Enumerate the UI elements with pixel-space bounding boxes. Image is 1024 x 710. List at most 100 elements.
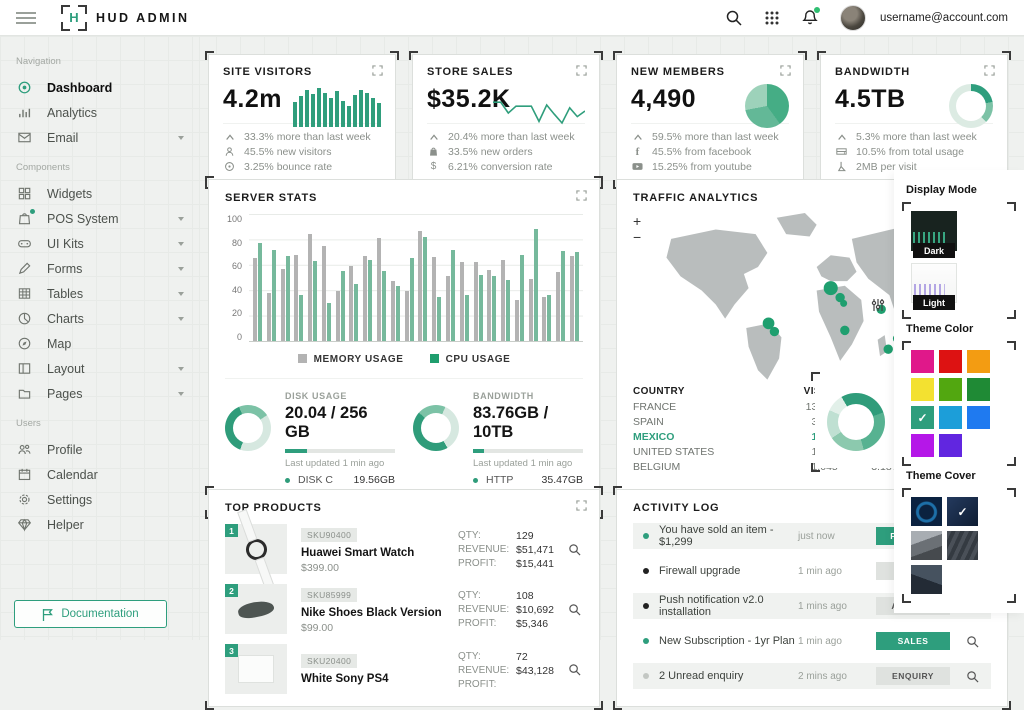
map-traffic-dot (824, 281, 838, 295)
sidebar-item-email[interactable]: Email (0, 125, 199, 150)
theme-color-swatch[interactable] (967, 406, 990, 429)
theme-color-swatch[interactable] (939, 434, 962, 457)
expand-icon[interactable] (576, 500, 587, 511)
theme-color-swatch[interactable] (939, 406, 962, 429)
rank-badge: 3 (225, 644, 238, 657)
hamburger-menu-icon[interactable] (16, 12, 36, 24)
bar-group (267, 214, 276, 341)
sidebar-item-widgets[interactable]: Widgets (0, 181, 199, 206)
stat-card-bandwidth: BANDWIDTH 4.5TB 5.3% more than last week… (820, 54, 1008, 186)
expand-icon[interactable] (984, 65, 995, 76)
http-dot (473, 478, 478, 483)
map-zoom-in-button[interactable]: + (633, 216, 641, 226)
legend-label: MEMORY USAGE (314, 354, 404, 365)
search-icon[interactable] (568, 543, 581, 556)
bar (354, 284, 358, 341)
expand-icon[interactable] (780, 65, 791, 76)
theme-color-swatch[interactable] (967, 350, 990, 373)
expand-icon[interactable] (576, 65, 587, 76)
search-icon[interactable] (726, 10, 742, 26)
theme-color-swatch[interactable] (939, 350, 962, 373)
sidebar-item-forms[interactable]: Forms (0, 256, 199, 281)
theme-color-swatch[interactable] (911, 350, 934, 373)
column-header[interactable]: COUNTRY (633, 384, 777, 399)
map-zoom-out-button[interactable]: − (633, 232, 641, 242)
sidebar-item-pages[interactable]: Pages (0, 381, 199, 406)
bar-group (432, 214, 441, 341)
sidebar-item-helper[interactable]: Helper (0, 512, 199, 537)
sidebar: Navigation Dashboard Analytics Email Com… (0, 36, 200, 640)
bar (382, 271, 386, 341)
theme-cover-thumb[interactable]: ✓ (947, 497, 978, 526)
bar-chart-icon (16, 104, 33, 121)
theme-color-swatch[interactable] (967, 378, 990, 401)
username[interactable]: username@account.com (880, 12, 1008, 24)
log-row: New Subscription - 1yr Plan 1 min ago SA… (633, 628, 991, 654)
bar (446, 276, 450, 341)
target-icon (16, 79, 33, 96)
theme-cover-thumb[interactable] (911, 531, 942, 560)
display-mode-dark[interactable]: Dark (911, 211, 957, 258)
log-text: New Subscription - 1yr Plan (659, 635, 798, 647)
diamond-icon (16, 516, 33, 533)
sidebar-item-pos-system[interactable]: POS System (0, 206, 199, 231)
tap-icon (835, 161, 848, 172)
store-sales-sparkline (493, 85, 585, 127)
bandwidth-donut-chart (949, 84, 993, 128)
theme-cover-thumb[interactable] (911, 565, 942, 594)
bar (308, 234, 312, 341)
sidebar-item-layout[interactable]: Layout (0, 356, 199, 381)
sidebar-item-dashboard[interactable]: Dashboard (0, 75, 199, 100)
apps-grid-icon[interactable] (764, 10, 780, 26)
notifications-bell-icon[interactable] (802, 9, 818, 26)
bar-group (349, 214, 358, 341)
product-name: Nike Shoes Black Version (301, 607, 444, 619)
user-avatar[interactable] (840, 5, 866, 31)
search-icon[interactable] (966, 670, 979, 683)
theme-color-swatch[interactable] (911, 378, 934, 401)
sidebar-item-analytics[interactable]: Analytics (0, 100, 199, 125)
log-time: 1 min ago (798, 636, 876, 647)
display-mode-light[interactable]: Light (911, 263, 957, 310)
bar-group (460, 214, 469, 341)
search-icon[interactable] (966, 635, 979, 648)
theme-cover-thumb[interactable] (947, 531, 978, 560)
sidebar-item-settings[interactable]: Settings (0, 487, 199, 512)
bar (267, 293, 271, 341)
expand-icon[interactable] (576, 190, 587, 201)
card-title: NEW MEMBERS (631, 66, 789, 78)
bar (396, 286, 400, 341)
search-icon[interactable] (568, 663, 581, 676)
donut-hole (421, 413, 451, 443)
sidebar-section-label: Components (16, 162, 199, 173)
bandwidth-progress (473, 449, 583, 453)
sidebar-item-profile[interactable]: Profile (0, 437, 199, 462)
search-icon[interactable] (568, 603, 581, 616)
documentation-button[interactable]: Documentation (14, 600, 167, 628)
map-settings-sliders-icon[interactable] (871, 298, 885, 312)
sidebar-item-tables[interactable]: Tables (0, 281, 199, 306)
theme-color-swatch[interactable]: ✓ (911, 406, 934, 429)
chevron-down-icon (177, 391, 185, 397)
theme-cover-thumb[interactable] (911, 497, 942, 526)
notification-dot (814, 7, 820, 13)
stat-line: 5.3% more than last week (856, 131, 977, 143)
sidebar-item-map[interactable]: Map (0, 331, 199, 356)
calendar-icon (16, 466, 33, 483)
theme-color-swatch[interactable] (911, 434, 934, 457)
layout-icon (16, 360, 33, 377)
facebook-icon: f (631, 146, 644, 158)
sidebar-item-charts[interactable]: Charts (0, 306, 199, 331)
sidebar-item-ui-kits[interactable]: UI Kits (0, 231, 199, 256)
y-tick: 20 (232, 308, 242, 318)
theme-color-swatch[interactable] (939, 378, 962, 401)
log-time: just now (798, 531, 876, 542)
dollar-icon: $ (427, 161, 440, 172)
bar (313, 261, 317, 341)
y-tick: 80 (232, 238, 242, 248)
stat-line: 10.5% from total usage (856, 146, 964, 158)
map-traffic-dot (884, 344, 893, 353)
bar-group (294, 214, 303, 341)
expand-icon[interactable] (372, 65, 383, 76)
sidebar-item-calendar[interactable]: Calendar (0, 462, 199, 487)
